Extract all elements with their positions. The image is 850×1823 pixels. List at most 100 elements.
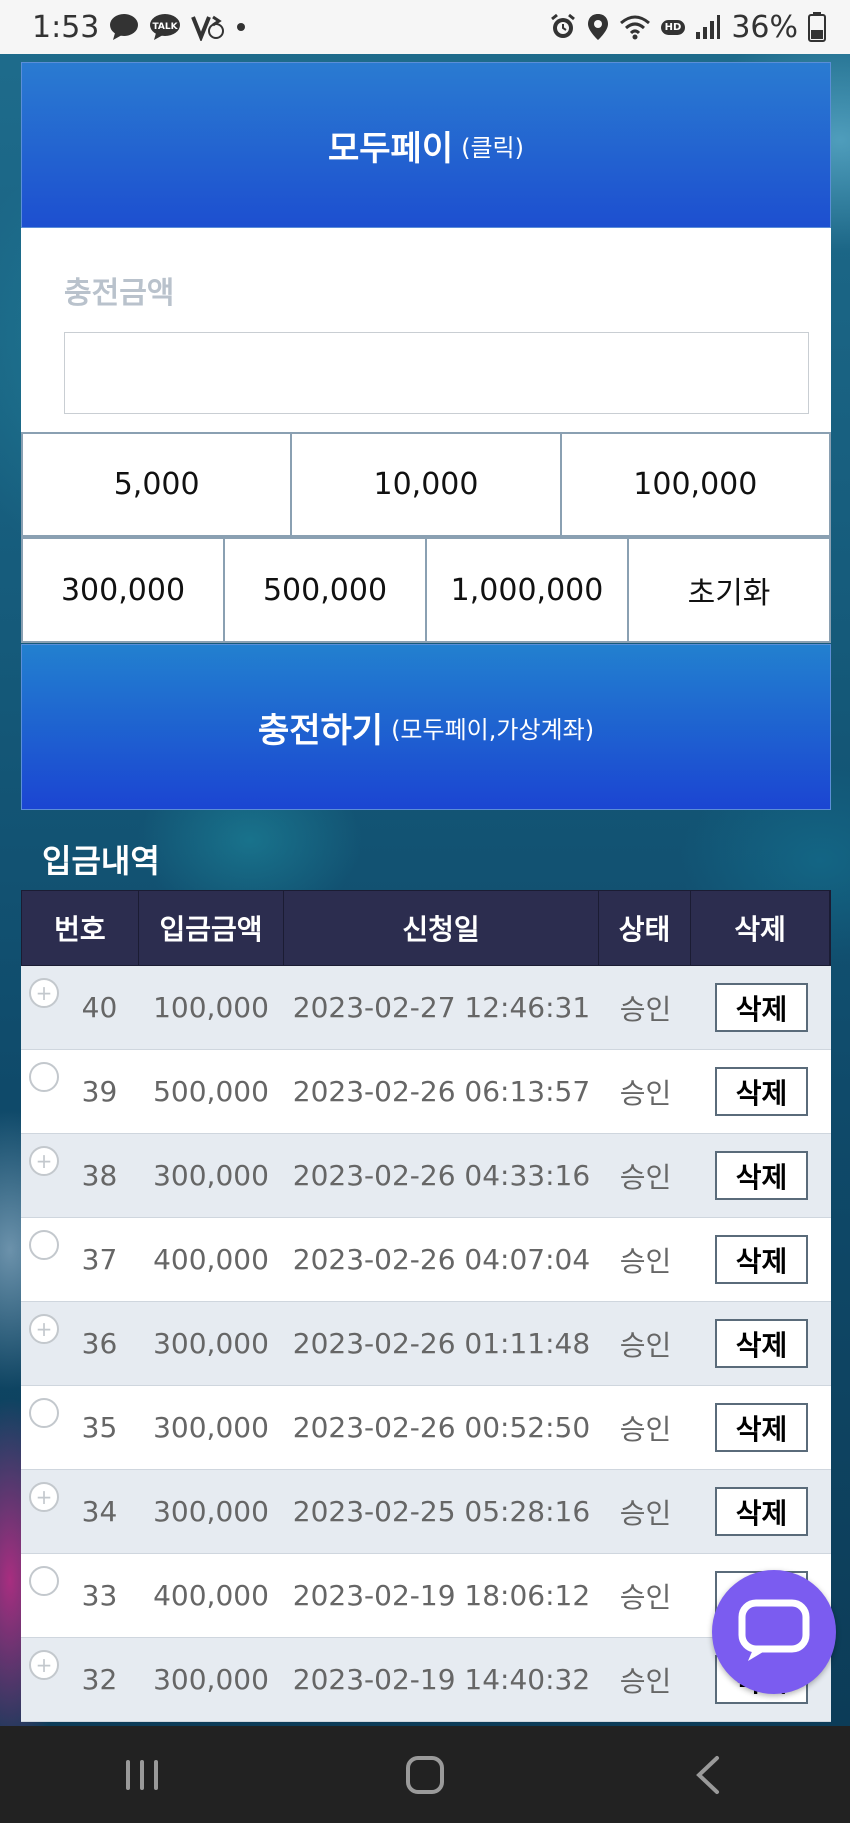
charge-button-title: 충전하기 bbox=[257, 710, 384, 751]
home-icon bbox=[405, 1755, 444, 1794]
modupay-button[interactable]: 모두페이 (클릭) bbox=[21, 62, 831, 228]
column-header-status: 상태 bbox=[599, 891, 692, 965]
navigation-bar bbox=[0, 1726, 850, 1823]
kakaotalk-icon: TALK bbox=[149, 13, 181, 41]
charge-button[interactable]: 충전하기 (모두페이,가상계좌) bbox=[21, 644, 831, 810]
v-sync-icon bbox=[191, 13, 225, 41]
row-status: 승인 bbox=[619, 1580, 672, 1614]
row-status: 승인 bbox=[619, 1328, 672, 1362]
row-amount: 300,000 bbox=[153, 1159, 269, 1192]
table-row: 35 300,000 2023-02-26 00:52:50 승인 삭제 bbox=[21, 1386, 831, 1470]
row-date: 2023-02-26 04:33:16 bbox=[292, 1159, 591, 1192]
table-row: +38 300,000 2023-02-26 04:33:16 승인 삭제 bbox=[21, 1134, 831, 1218]
battery-percent: 36% bbox=[731, 9, 798, 45]
modupay-title: 모두페이 bbox=[327, 128, 454, 169]
table-row: +32300,0002023-02-19 14:40:32승인삭제 bbox=[21, 1638, 831, 1722]
alarm-icon bbox=[549, 13, 577, 41]
row-select-radio[interactable] bbox=[29, 1566, 59, 1596]
delete-button[interactable]: 삭제 bbox=[715, 1235, 808, 1284]
row-amount: 300,000 bbox=[153, 1495, 269, 1528]
signal-icon bbox=[695, 14, 721, 40]
row-select-radio[interactable] bbox=[29, 1062, 59, 1092]
row-status: 승인 bbox=[619, 1076, 672, 1110]
hd-chip: HD bbox=[660, 19, 686, 35]
row-amount: 100,000 bbox=[153, 991, 269, 1024]
row-select-radio[interactable]: + bbox=[29, 1314, 59, 1344]
row-delete-cell: 삭제 bbox=[692, 1050, 831, 1133]
delete-button[interactable]: 삭제 bbox=[715, 1067, 808, 1116]
row-delete-cell: 삭제 bbox=[692, 1470, 831, 1553]
row-status: 승인 bbox=[619, 1244, 672, 1278]
row-amount: 400,000 bbox=[153, 1243, 269, 1276]
row-status: 승인 bbox=[619, 1664, 672, 1698]
row-date: 2023-02-26 06:13:57 bbox=[292, 1075, 591, 1108]
table-row: +40 100,000 2023-02-27 12:46:31 승인 삭제 bbox=[21, 966, 831, 1050]
column-header-delete: 삭제 bbox=[691, 891, 830, 965]
row-select-radio[interactable] bbox=[29, 1398, 59, 1428]
amount-500000-button[interactable]: 500,000 bbox=[223, 537, 427, 643]
amount-button-row-1: 5,000 10,000 100,000 bbox=[21, 432, 831, 537]
amount-100000-button[interactable]: 100,000 bbox=[559, 432, 831, 537]
location-icon bbox=[587, 13, 609, 41]
amount-300000-button[interactable]: 300,000 bbox=[21, 537, 225, 643]
row-delete-cell: 삭제 bbox=[692, 966, 831, 1049]
row-amount: 400,000 bbox=[153, 1579, 269, 1612]
row-date: 2023-02-19 14:40:32 bbox=[292, 1663, 591, 1696]
deposit-history-table: 번호 입금금액 신청일 상태 삭제 +40 100,000 2023-02-27 1… bbox=[21, 890, 831, 1722]
row-date: 2023-02-19 18:06:12 bbox=[292, 1579, 591, 1612]
delete-button[interactable]: 삭제 bbox=[715, 1487, 808, 1536]
row-select-radio[interactable]: + bbox=[29, 1650, 59, 1680]
chat-button[interactable] bbox=[712, 1570, 836, 1694]
charge-amount-input[interactable] bbox=[64, 332, 809, 414]
status-time: 1:53 bbox=[32, 9, 100, 45]
row-select-radio[interactable]: + bbox=[29, 978, 59, 1008]
back-button[interactable] bbox=[668, 1745, 748, 1805]
delete-button[interactable]: 삭제 bbox=[715, 1319, 808, 1368]
delete-button[interactable]: 삭제 bbox=[715, 1403, 808, 1452]
home-button[interactable] bbox=[385, 1745, 465, 1805]
row-status: 승인 bbox=[619, 1412, 672, 1446]
deposit-history-title: 입금내역 bbox=[42, 842, 160, 880]
table-header: 번호 입금금액 신청일 상태 삭제 bbox=[21, 890, 831, 966]
wifi-icon bbox=[619, 13, 651, 41]
reset-button[interactable]: 초기화 bbox=[627, 537, 831, 643]
battery-icon bbox=[808, 12, 826, 42]
hd-voice-icon: HD bbox=[660, 19, 686, 35]
table-body: +40 100,000 2023-02-27 12:46:31 승인 삭제 39 500,0… bbox=[21, 966, 831, 1722]
row-date: 2023-02-27 12:46:31 bbox=[292, 991, 591, 1024]
table-row: +36 300,000 2023-02-26 01:11:48 승인 삭제 bbox=[21, 1302, 831, 1386]
back-icon bbox=[696, 1755, 720, 1794]
amount-10000-button[interactable]: 10,000 bbox=[290, 432, 562, 537]
table-row: +34 300,000 2023-02-25 05:28:16 승인 삭제 bbox=[21, 1470, 831, 1554]
row-select-radio[interactable]: + bbox=[29, 1146, 59, 1176]
chat-bubble-icon bbox=[109, 13, 139, 41]
charge-amount-label: 충전금액 bbox=[64, 276, 175, 311]
delete-button[interactable]: 삭제 bbox=[715, 983, 808, 1032]
row-amount: 300,000 bbox=[153, 1663, 269, 1696]
dot-icon bbox=[235, 21, 247, 33]
row-delete-cell: 삭제 bbox=[692, 1302, 831, 1385]
row-delete-cell: 삭제 bbox=[692, 1386, 831, 1469]
row-amount: 300,000 bbox=[153, 1327, 269, 1360]
amount-5000-button[interactable]: 5,000 bbox=[21, 432, 293, 537]
charge-amount-section: 충전금액 bbox=[21, 228, 831, 432]
delete-button[interactable]: 삭제 bbox=[715, 1151, 808, 1200]
column-header-number: 번호 bbox=[22, 891, 139, 965]
charge-button-subtitle: (모두페이,가상계좌) bbox=[391, 715, 595, 744]
row-amount: 300,000 bbox=[153, 1411, 269, 1444]
table-row: 37 400,000 2023-02-26 04:07:04 승인 삭제 bbox=[21, 1218, 831, 1302]
recent-apps-icon bbox=[125, 1759, 158, 1790]
amount-1000000-button[interactable]: 1,000,000 bbox=[425, 537, 629, 643]
row-select-radio[interactable]: + bbox=[29, 1482, 59, 1512]
row-delete-cell: 삭제 bbox=[692, 1134, 831, 1217]
row-status: 승인 bbox=[619, 992, 672, 1026]
table-row: 33400,0002023-02-19 18:06:12승인삭제 bbox=[21, 1554, 831, 1638]
chat-bubble-icon bbox=[738, 1599, 810, 1661]
row-status: 승인 bbox=[619, 1160, 672, 1194]
recent-apps-button[interactable] bbox=[102, 1745, 182, 1805]
row-select-radio[interactable] bbox=[29, 1230, 59, 1260]
table-row: 39 500,000 2023-02-26 06:13:57 승인 삭제 bbox=[21, 1050, 831, 1134]
modupay-subtitle: (클릭) bbox=[461, 133, 524, 162]
status-bar: 1:53 TALK HD 36% bbox=[0, 0, 850, 54]
row-status: 승인 bbox=[619, 1496, 672, 1530]
